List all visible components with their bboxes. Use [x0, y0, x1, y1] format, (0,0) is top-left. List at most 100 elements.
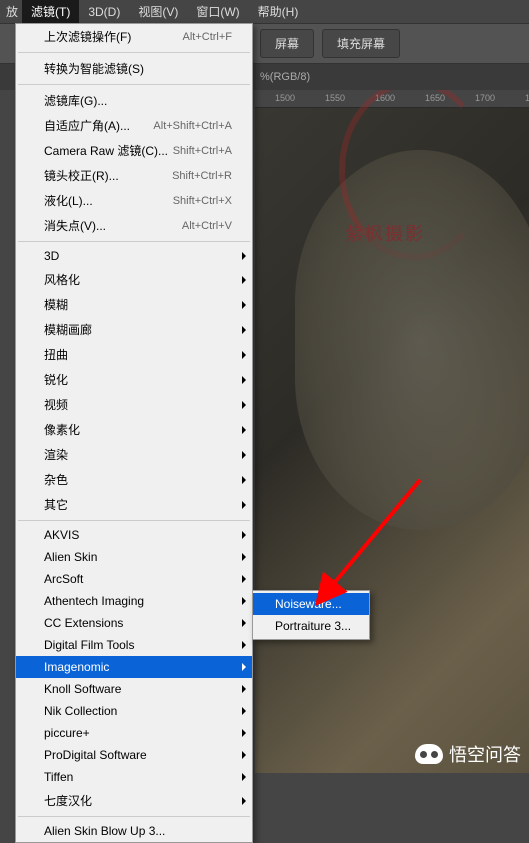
menu-label: AKVIS [44, 528, 79, 542]
menu-last-filter[interactable]: 上次滤镜操作(F) Alt+Ctrl+F [16, 24, 252, 49]
menu-cc-extensions[interactable]: CC Extensions [16, 612, 252, 634]
menubar-help[interactable]: 帮助(H) [249, 0, 308, 23]
menu-shortcut: Shift+Ctrl+X [173, 195, 232, 207]
menu-label: 扭曲 [44, 346, 68, 363]
submenu-arrow-icon [242, 501, 246, 509]
menu-adaptive-wide[interactable]: 自适应广角(A)...Alt+Shift+Ctrl+A [16, 113, 252, 138]
menu-nik-collection[interactable]: Nik Collection [16, 700, 252, 722]
menu-separator [18, 241, 250, 242]
document-tab-label[interactable]: %(RGB/8) [260, 71, 310, 83]
fit-screen-button[interactable]: 屏幕 [260, 29, 314, 58]
menu-athentech[interactable]: Athentech Imaging [16, 590, 252, 612]
menubar-view[interactable]: 视图(V) [129, 0, 187, 23]
submenu-arrow-icon [242, 476, 246, 484]
menu-render[interactable]: 渲染 [16, 442, 252, 467]
menu-label: Camera Raw 滤镜(C)... [44, 142, 168, 159]
menu-label: 像素化 [44, 421, 80, 438]
menu-stylize[interactable]: 风格化 [16, 267, 252, 292]
menubar-window[interactable]: 窗口(W) [187, 0, 248, 23]
menubar-before[interactable]: 放 [4, 0, 22, 23]
menu-camera-raw[interactable]: Camera Raw 滤镜(C)... Shift+Ctrl+A [16, 138, 252, 163]
menu-prodigital[interactable]: ProDigital Software [16, 744, 252, 766]
menu-sharpen[interactable]: 锐化 [16, 367, 252, 392]
menu-noise[interactable]: 杂色 [16, 467, 252, 492]
ruler-tick: 1500 [275, 93, 295, 103]
menu-imagenomic[interactable]: Imagenomic [16, 656, 252, 678]
submenu-arrow-icon [242, 401, 246, 409]
menu-label: 模糊 [44, 296, 68, 313]
menu-arcsoft[interactable]: ArcSoft [16, 568, 252, 590]
submenu-arrow-icon [242, 751, 246, 759]
menu-separator [18, 84, 250, 85]
menu-blowup[interactable]: Alien Skin Blow Up 3... [16, 820, 252, 842]
submenu-arrow-icon [242, 553, 246, 561]
submenu-arrow-icon [242, 619, 246, 627]
menu-label: 消失点(V)... [44, 217, 106, 234]
menubar: 放 滤镜(T) 3D(D) 视图(V) 窗口(W) 帮助(H) [0, 0, 529, 24]
menu-lens-correct[interactable]: 镜头校正(R)...Shift+Ctrl+R [16, 163, 252, 188]
menu-video[interactable]: 视频 [16, 392, 252, 417]
submenu-arrow-icon [242, 641, 246, 649]
menubar-3d[interactable]: 3D(D) [79, 2, 129, 22]
submenu-arrow-icon [242, 376, 246, 384]
menu-label: Digital Film Tools [44, 638, 134, 652]
menu-distort[interactable]: 扭曲 [16, 342, 252, 367]
fill-screen-button[interactable]: 填充屏幕 [322, 29, 400, 58]
menu-knoll[interactable]: Knoll Software [16, 678, 252, 700]
menu-blur[interactable]: 模糊 [16, 292, 252, 317]
wukong-watermark: 悟空问答 [415, 741, 521, 767]
menu-pixelate[interactable]: 像素化 [16, 417, 252, 442]
imagenomic-submenu: Noiseware... Portraiture 3... [252, 590, 370, 640]
menu-other[interactable]: 其它 [16, 492, 252, 517]
submenu-arrow-icon [242, 301, 246, 309]
menu-label: 液化(L)... [44, 192, 93, 209]
menu-digital-film-tools[interactable]: Digital Film Tools [16, 634, 252, 656]
menu-separator [18, 816, 250, 817]
submenu-arrow-icon [242, 729, 246, 737]
menu-shortcut: Alt+Ctrl+V [182, 220, 232, 232]
submenu-arrow-icon [242, 773, 246, 781]
watermark-seal [329, 90, 509, 320]
filter-menu-dropdown: 上次滤镜操作(F) Alt+Ctrl+F 转换为智能滤镜(S) 滤镜库(G)..… [15, 23, 253, 843]
menu-blur-gallery[interactable]: 模糊画廊 [16, 317, 252, 342]
menu-label: Tiffen [44, 770, 73, 784]
menu-label: Athentech Imaging [44, 594, 144, 608]
canvas-area: 1500 1550 1600 1650 1700 1750 紫枫摄影 [255, 90, 529, 773]
menu-label: 3D [44, 249, 59, 263]
wukong-logo-icon [415, 744, 443, 764]
menu-convert-smart[interactable]: 转换为智能滤镜(S) [16, 56, 252, 81]
menu-piccure[interactable]: piccure+ [16, 722, 252, 744]
menu-shortcut: Alt+Shift+Ctrl+A [153, 120, 232, 132]
menu-vanishing[interactable]: 消失点(V)... Alt+Ctrl+V [16, 213, 252, 238]
menu-label: 镜头校正(R)... [44, 167, 119, 184]
menu-akvis[interactable]: AKVIS [16, 524, 252, 546]
ruler-tick: 1750 [525, 93, 529, 103]
menu-shortcut: Shift+Ctrl+A [173, 145, 232, 157]
submenu-arrow-icon [242, 575, 246, 583]
submenu-arrow-icon [242, 685, 246, 693]
menu-3d[interactable]: 3D [16, 245, 252, 267]
watermark-text: 紫枫摄影 [345, 220, 425, 246]
menu-label: 风格化 [44, 271, 80, 288]
menu-qidu[interactable]: 七度汉化 [16, 788, 252, 813]
menu-label: 渲染 [44, 446, 68, 463]
menu-separator [18, 52, 250, 53]
submenu-arrow-icon [242, 707, 246, 715]
submenu-portraiture[interactable]: Portraiture 3... [253, 615, 369, 637]
menu-label: piccure+ [44, 726, 90, 740]
menu-liquify[interactable]: 液化(L)... Shift+Ctrl+X [16, 188, 252, 213]
menubar-filter[interactable]: 滤镜(T) [22, 0, 79, 23]
submenu-arrow-icon [242, 531, 246, 539]
menu-label: 转换为智能滤镜(S) [44, 60, 144, 77]
submenu-arrow-icon [242, 252, 246, 260]
submenu-arrow-icon [242, 426, 246, 434]
menu-label: CC Extensions [44, 616, 123, 630]
menu-label: 锐化 [44, 371, 68, 388]
wukong-text: 悟空问答 [449, 741, 521, 767]
submenu-arrow-icon [242, 663, 246, 671]
menu-tiffen[interactable]: Tiffen [16, 766, 252, 788]
menu-alien-skin[interactable]: Alien Skin [16, 546, 252, 568]
menu-filter-gallery[interactable]: 滤镜库(G)... [16, 88, 252, 113]
menu-label: 上次滤镜操作(F) [44, 28, 131, 45]
submenu-noiseware[interactable]: Noiseware... [253, 593, 369, 615]
